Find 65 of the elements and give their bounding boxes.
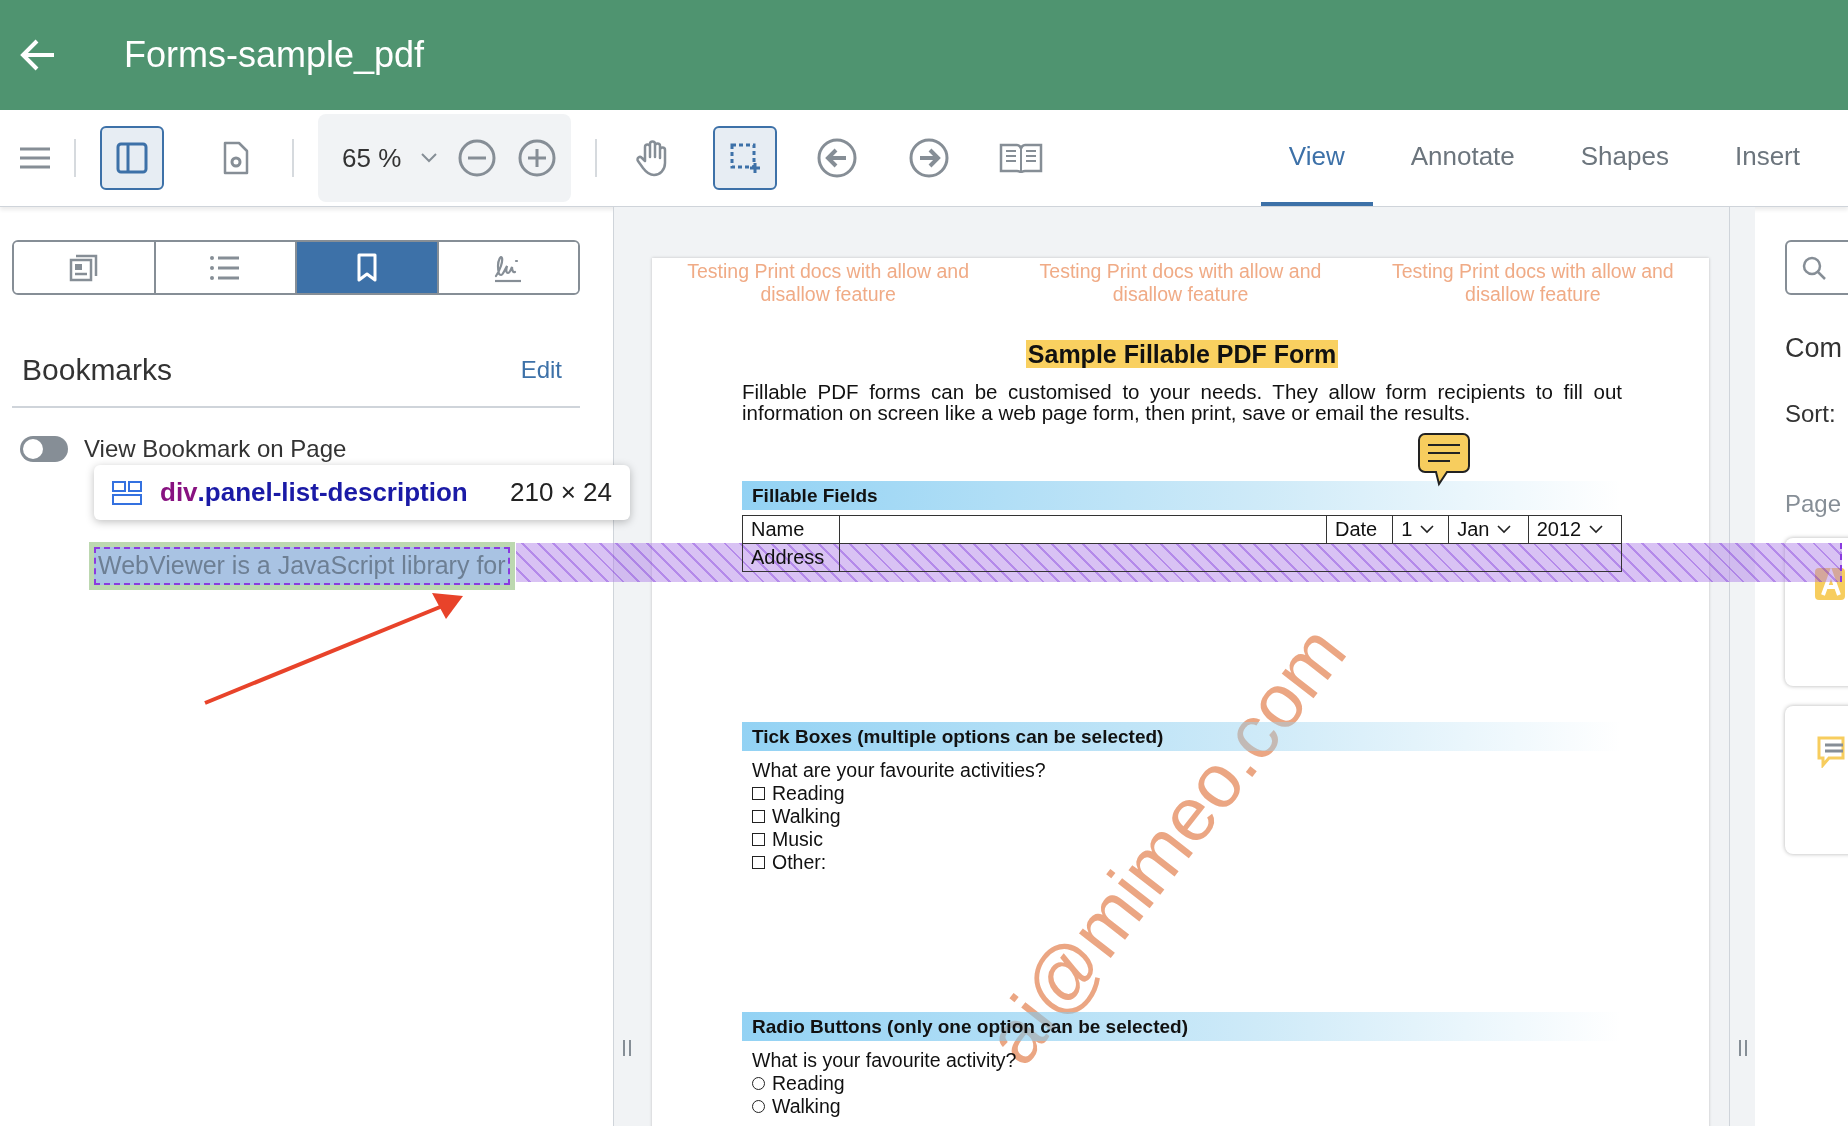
- ribbon-tab[interactable]: Shapes: [1552, 110, 1697, 206]
- zoom-value[interactable]: 65 %: [342, 142, 402, 174]
- panel-title: Bookmarks: [22, 353, 173, 387]
- toggle-switch[interactable]: [20, 436, 68, 462]
- ribbon-tab[interactable]: Annotate: [1382, 110, 1543, 206]
- checkbox[interactable]: [752, 833, 765, 846]
- ribbon-tab[interactable]: Insert: [1706, 110, 1828, 206]
- panel-tab[interactable]: [14, 242, 156, 293]
- sort-label: Sort:: [1785, 400, 1837, 428]
- toggle-label: View Bookmark on Page: [84, 435, 347, 463]
- day-dropdown[interactable]: 1: [1392, 515, 1449, 544]
- name-field[interactable]: [839, 515, 1327, 544]
- document-settings-icon: [221, 141, 251, 175]
- option-label: Reading: [772, 1072, 845, 1095]
- intro-paragraph: Fillable PDF forms can be customised to your needs. They allow form recipients to fill out information on screen like a web page form, then print, save or email the results.: [742, 381, 1622, 423]
- option-label: Walking: [772, 1095, 841, 1118]
- text-annotation-icon: [1815, 568, 1845, 600]
- checkbox[interactable]: [752, 787, 765, 800]
- caret-icon: [1497, 525, 1512, 534]
- caret-icon: [1420, 525, 1435, 534]
- edit-link[interactable]: Edit: [520, 356, 562, 384]
- option-label: Other:: [772, 851, 827, 874]
- header-note: Testing Print docs with allow and disallow feature: [1390, 260, 1675, 306]
- layout-icon: [112, 480, 142, 505]
- header-note: Testing Print docs with allow and disallow feature: [686, 260, 971, 306]
- option-label: Music: [772, 828, 823, 851]
- comment-card[interactable]: [1785, 538, 1848, 686]
- field-label: Name: [742, 515, 840, 544]
- year-dropdown[interactable]: 2012: [1528, 515, 1622, 544]
- sidebar-icon: [115, 141, 149, 175]
- search-field[interactable]: [1785, 240, 1848, 295]
- comment-icon: [1815, 736, 1845, 768]
- list-icon: [209, 253, 242, 282]
- zoom-out-icon[interactable]: [457, 138, 498, 178]
- bookmark-icon: [355, 252, 378, 283]
- document-title: Forms-sample_pdf: [124, 34, 425, 76]
- back-circle-icon: [816, 137, 859, 179]
- region-select-icon: [728, 141, 763, 175]
- caret-icon: [1589, 525, 1604, 534]
- page-label: Page: [1785, 490, 1843, 518]
- forward-circle-icon: [908, 137, 951, 179]
- resize-handle[interactable]: [1738, 1040, 1747, 1056]
- form-title: Sample Fillable PDF Form: [1025, 340, 1339, 368]
- header-note: Testing Print docs with allow and disallow feature: [1038, 260, 1323, 306]
- field-label: Date: [1326, 515, 1393, 544]
- resize-handle[interactable]: [622, 1040, 631, 1056]
- option-label: Walking: [772, 805, 841, 828]
- element-selector: div.panel-list-description: [160, 477, 468, 508]
- toolbar-button[interactable]: [100, 126, 164, 190]
- caret-icon[interactable]: [421, 153, 438, 163]
- toolbar-button[interactable]: [713, 126, 778, 190]
- checkbox[interactable]: [752, 856, 765, 869]
- panel-tab[interactable]: [297, 242, 439, 293]
- panel-title: Com: [1785, 333, 1843, 364]
- book-icon: [999, 141, 1044, 175]
- option-label: Reading: [772, 782, 845, 805]
- menu-icon[interactable]: [20, 146, 50, 170]
- zoom-in-icon[interactable]: [517, 138, 558, 178]
- month-dropdown[interactable]: Jan: [1448, 515, 1529, 544]
- checkbox[interactable]: [752, 810, 765, 823]
- element-size: 210 × 24: [510, 477, 612, 508]
- search-icon: [1801, 254, 1827, 281]
- field-label: Address: [742, 543, 840, 572]
- address-field[interactable]: [839, 543, 1622, 572]
- comment-icon[interactable]: [1417, 432, 1471, 488]
